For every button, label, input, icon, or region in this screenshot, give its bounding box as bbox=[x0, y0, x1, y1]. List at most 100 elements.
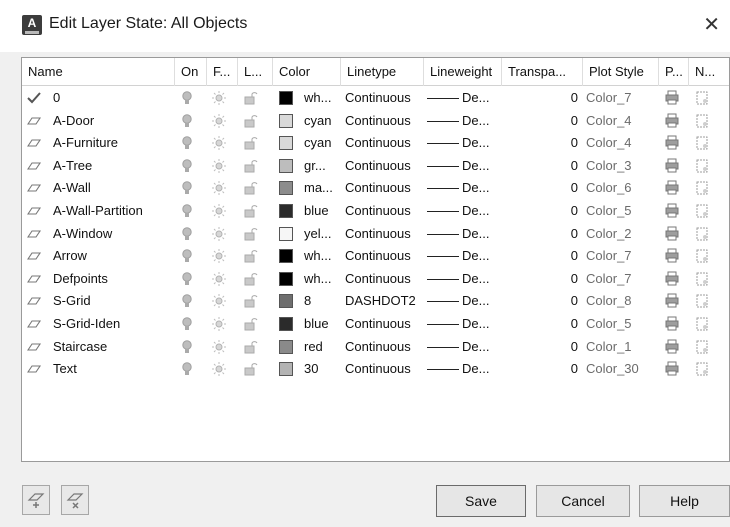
color-swatch[interactable] bbox=[277, 336, 297, 358]
lineweight[interactable]: De... bbox=[462, 245, 498, 267]
color-swatch[interactable] bbox=[277, 87, 297, 109]
light-bulb-icon[interactable] bbox=[179, 132, 203, 154]
sun-freeze-icon[interactable] bbox=[211, 336, 235, 358]
plot-style[interactable]: Color_1 bbox=[586, 336, 656, 358]
col-header-plot[interactable]: P... bbox=[659, 58, 689, 86]
new-vp-freeze-icon[interactable] bbox=[694, 223, 716, 245]
sun-freeze-icon[interactable] bbox=[211, 200, 235, 222]
light-bulb-icon[interactable] bbox=[179, 200, 203, 222]
plot-style[interactable]: Color_4 bbox=[586, 132, 656, 154]
sun-freeze-icon[interactable] bbox=[211, 177, 235, 199]
linetype[interactable]: DASHDOT2 bbox=[345, 290, 423, 312]
color-name[interactable]: ma... bbox=[304, 177, 340, 199]
linetype[interactable]: Continuous bbox=[345, 336, 423, 358]
printer-icon[interactable] bbox=[664, 336, 686, 358]
plot-style[interactable]: Color_4 bbox=[586, 110, 656, 132]
close-icon[interactable]: ✕ bbox=[703, 12, 720, 37]
layer-name[interactable]: A-Wall bbox=[53, 177, 173, 199]
color-name[interactable]: wh... bbox=[304, 87, 340, 109]
plot-style[interactable]: Color_5 bbox=[586, 313, 656, 335]
col-header-color[interactable]: Color bbox=[273, 58, 341, 86]
linetype[interactable]: Continuous bbox=[345, 358, 423, 380]
unlock-icon[interactable] bbox=[242, 87, 266, 109]
unlock-icon[interactable] bbox=[242, 132, 266, 154]
sun-freeze-icon[interactable] bbox=[211, 132, 235, 154]
color-swatch[interactable] bbox=[277, 110, 297, 132]
color-swatch[interactable] bbox=[277, 290, 297, 312]
linetype[interactable]: Continuous bbox=[345, 268, 423, 290]
layer-name[interactable]: Text bbox=[53, 358, 173, 380]
color-swatch[interactable] bbox=[277, 155, 297, 177]
col-header-freeze[interactable]: F... bbox=[207, 58, 238, 86]
light-bulb-icon[interactable] bbox=[179, 223, 203, 245]
unlock-icon[interactable] bbox=[242, 177, 266, 199]
plot-style[interactable]: Color_6 bbox=[586, 177, 656, 199]
plot-style[interactable]: Color_8 bbox=[586, 290, 656, 312]
plot-style[interactable]: Color_30 bbox=[586, 358, 656, 380]
layer-name[interactable]: Arrow bbox=[53, 245, 173, 267]
transparency[interactable]: 0 bbox=[550, 177, 578, 199]
unlock-icon[interactable] bbox=[242, 245, 266, 267]
color-name[interactable]: wh... bbox=[304, 245, 340, 267]
sun-freeze-icon[interactable] bbox=[211, 245, 235, 267]
layer-name[interactable]: A-Furniture bbox=[53, 132, 173, 154]
save-button[interactable]: Save bbox=[436, 485, 526, 517]
printer-icon[interactable] bbox=[664, 290, 686, 312]
color-name[interactable]: 30 bbox=[304, 358, 340, 380]
lineweight[interactable]: De... bbox=[462, 155, 498, 177]
table-row[interactable]: S-Grid-Iden blue Continuous De... 0 Color_5 bbox=[22, 313, 729, 336]
table-row[interactable]: A-Wall-Partition blue Continuous De... 0 Colo… bbox=[22, 200, 729, 223]
new-vp-freeze-icon[interactable] bbox=[694, 290, 716, 312]
light-bulb-icon[interactable] bbox=[179, 313, 203, 335]
layer-name[interactable]: A-Window bbox=[53, 223, 173, 245]
transparency[interactable]: 0 bbox=[550, 200, 578, 222]
printer-icon[interactable] bbox=[664, 268, 686, 290]
color-name[interactable]: cyan bbox=[304, 132, 340, 154]
new-vp-freeze-icon[interactable] bbox=[694, 132, 716, 154]
plot-style[interactable]: Color_3 bbox=[586, 155, 656, 177]
lineweight[interactable]: De... bbox=[462, 268, 498, 290]
printer-icon[interactable] bbox=[664, 87, 686, 109]
layer-name[interactable]: 0 bbox=[53, 87, 173, 109]
unlock-icon[interactable] bbox=[242, 110, 266, 132]
light-bulb-icon[interactable] bbox=[179, 336, 203, 358]
printer-icon[interactable] bbox=[664, 358, 686, 380]
layer-name[interactable]: A-Door bbox=[53, 110, 173, 132]
new-vp-freeze-icon[interactable] bbox=[694, 200, 716, 222]
color-name[interactable]: blue bbox=[304, 200, 340, 222]
color-swatch[interactable] bbox=[277, 245, 297, 267]
plot-style[interactable]: Color_7 bbox=[586, 268, 656, 290]
unlock-icon[interactable] bbox=[242, 313, 266, 335]
transparency[interactable]: 0 bbox=[550, 336, 578, 358]
color-name[interactable]: red bbox=[304, 336, 340, 358]
color-name[interactable]: blue bbox=[304, 313, 340, 335]
plot-style[interactable]: Color_7 bbox=[586, 245, 656, 267]
transparency[interactable]: 0 bbox=[550, 223, 578, 245]
transparency[interactable]: 0 bbox=[550, 245, 578, 267]
table-row[interactable]: Text 30 Continuous De... 0 Color_30 bbox=[22, 358, 729, 381]
new-vp-freeze-icon[interactable] bbox=[694, 358, 716, 380]
delete-layer-button[interactable] bbox=[61, 485, 89, 515]
col-header-plot-style[interactable]: Plot Style bbox=[583, 58, 659, 86]
color-name[interactable]: wh... bbox=[304, 268, 340, 290]
lineweight[interactable]: De... bbox=[462, 358, 498, 380]
printer-icon[interactable] bbox=[664, 132, 686, 154]
light-bulb-icon[interactable] bbox=[179, 155, 203, 177]
table-row[interactable]: 0 wh... Continuous De... 0 Color_7 bbox=[22, 87, 729, 110]
printer-icon[interactable] bbox=[664, 313, 686, 335]
color-name[interactable]: gr... bbox=[304, 155, 340, 177]
table-row[interactable]: A-Furniture cyan Continuous De... 0 Color_4 bbox=[22, 132, 729, 155]
printer-icon[interactable] bbox=[664, 177, 686, 199]
printer-icon[interactable] bbox=[664, 200, 686, 222]
col-header-transparency[interactable]: Transpa... bbox=[502, 58, 583, 86]
table-row[interactable]: Arrow wh... Continuous De... 0 Color_7 bbox=[22, 245, 729, 268]
color-name[interactable]: cyan bbox=[304, 110, 340, 132]
color-swatch[interactable] bbox=[277, 132, 297, 154]
layer-name[interactable]: A-Tree bbox=[53, 155, 173, 177]
lineweight[interactable]: De... bbox=[462, 336, 498, 358]
new-vp-freeze-icon[interactable] bbox=[694, 245, 716, 267]
sun-freeze-icon[interactable] bbox=[211, 268, 235, 290]
linetype[interactable]: Continuous bbox=[345, 245, 423, 267]
unlock-icon[interactable] bbox=[242, 223, 266, 245]
linetype[interactable]: Continuous bbox=[345, 132, 423, 154]
